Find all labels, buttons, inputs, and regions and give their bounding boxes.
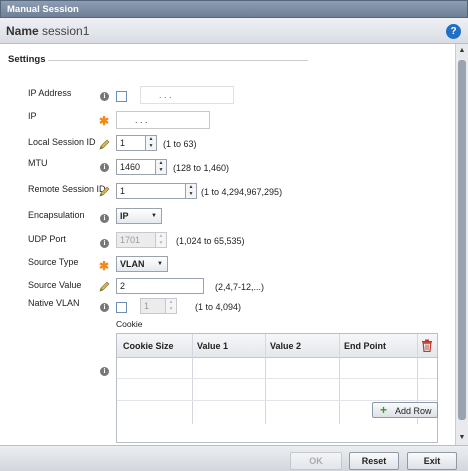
mtu-hint: (128 to 1,460) — [173, 163, 230, 173]
remote-session-id-spinner[interactable]: ▲ ▼ — [186, 183, 197, 199]
local-session-id-spinner[interactable]: ▲ ▼ — [146, 135, 157, 151]
native-vlan-hint: (1 to 4,094) — [195, 302, 242, 312]
vertical-scrollbar[interactable]: ▲ ▼ — [455, 44, 468, 445]
scroll-down-icon[interactable]: ▼ — [458, 434, 466, 442]
name-bar: Name session1 ? — [0, 18, 468, 44]
info-icon: i — [100, 163, 109, 172]
remote-session-id-input[interactable]: 1 — [116, 183, 186, 199]
add-row-label: Add Row — [395, 406, 432, 416]
udp-port-input[interactable]: 1701 — [116, 232, 156, 248]
session-name: session1 — [42, 24, 90, 38]
ip-address-dots: . . . — [159, 90, 172, 100]
info-icon: i — [100, 367, 109, 376]
encapsulation-label: Encapsulation — [28, 210, 85, 220]
column-header[interactable]: Value 1 — [197, 341, 228, 351]
native-vlan-checkbox[interactable] — [116, 302, 127, 313]
udp-port-label: UDP Port — [28, 234, 66, 244]
cookie-label: Cookie — [116, 319, 143, 329]
udp-port-spinner[interactable]: ▲ ▼ — [156, 232, 167, 248]
ip-address-label: IP Address — [28, 88, 72, 98]
window-titlebar: Manual Session — [0, 0, 468, 18]
column-divider — [339, 334, 340, 424]
help-icon[interactable]: ? — [446, 24, 461, 39]
native-vlan-label: Native VLAN — [28, 298, 80, 308]
native-vlan-input[interactable]: 1 — [140, 298, 166, 314]
source-value-hint: (2,4,7-12,...) — [215, 282, 265, 292]
chevron-down-icon: ▼ — [151, 213, 157, 219]
info-icon: i — [100, 303, 109, 312]
column-header[interactable]: Value 2 — [270, 341, 301, 351]
cookie-table: Cookie Size Value 1 Value 2 End Point — [116, 333, 438, 443]
exit-button[interactable]: Exit — [407, 452, 457, 470]
column-header[interactable]: Cookie Size — [123, 341, 174, 351]
info-icon: i — [100, 214, 109, 223]
source-type-label: Source Type — [28, 257, 79, 267]
cookie-table-header: Cookie Size Value 1 Value 2 End Point — [117, 334, 437, 358]
column-divider — [265, 334, 266, 424]
scrollbar-thumb[interactable] — [458, 60, 466, 420]
udp-port-hint: (1,024 to 65,535) — [176, 236, 245, 246]
ok-button[interactable]: OK — [290, 452, 342, 470]
mtu-input[interactable]: 1460 — [116, 159, 156, 175]
add-row-button[interactable]: + Add Row — [372, 402, 438, 418]
encapsulation-select[interactable]: IP ▼ — [116, 208, 162, 224]
source-value-label: Source Value — [28, 280, 82, 290]
reset-button[interactable]: Reset — [349, 452, 399, 470]
name-label: Name — [6, 24, 39, 38]
native-vlan-spinner[interactable]: ▲ ▼ — [166, 298, 177, 314]
dialog-footer: OK Reset Exit — [0, 445, 468, 471]
mtu-label: MTU — [28, 158, 48, 168]
source-value-input[interactable]: 2 — [116, 278, 204, 294]
window-title: Manual Session — [7, 4, 79, 15]
plus-icon: + — [380, 403, 388, 417]
ip-label: IP — [28, 111, 37, 121]
section-divider — [48, 60, 308, 61]
trash-icon[interactable] — [421, 339, 433, 352]
ip-dots: . . . — [135, 115, 148, 125]
encapsulation-value: IP — [120, 211, 129, 221]
mtu-spinner[interactable]: ▲ ▼ — [156, 159, 167, 175]
source-type-select[interactable]: VLAN ▼ — [116, 256, 168, 272]
row-divider — [117, 378, 437, 379]
chevron-down-icon: ▼ — [157, 261, 163, 267]
scroll-up-icon[interactable]: ▲ — [458, 47, 466, 55]
local-session-id-input[interactable]: 1 — [116, 135, 146, 151]
remote-session-id-label: Remote Session ID — [28, 184, 106, 194]
edit-pencil-icon — [99, 186, 110, 197]
info-icon: i — [100, 239, 109, 248]
ip-address-checkbox[interactable] — [116, 91, 127, 102]
ip-address-input[interactable]: . . . — [140, 86, 234, 104]
edit-pencil-icon — [99, 281, 110, 292]
local-session-id-label: Local Session ID — [28, 137, 96, 147]
row-divider — [117, 400, 437, 401]
column-header[interactable]: End Point — [344, 341, 386, 351]
required-star-icon: ✱ — [99, 259, 110, 273]
edit-pencil-icon — [99, 139, 110, 150]
settings-section-title: Settings — [8, 54, 46, 65]
remote-session-id-hint: (1 to 4,294,967,295) — [201, 187, 283, 197]
column-divider — [192, 334, 193, 424]
ip-input[interactable]: . . . — [116, 111, 210, 129]
info-icon: i — [100, 92, 109, 101]
local-session-id-hint: (1 to 63) — [163, 139, 197, 149]
required-star-icon: ✱ — [99, 114, 110, 128]
source-type-value: VLAN — [120, 259, 145, 269]
